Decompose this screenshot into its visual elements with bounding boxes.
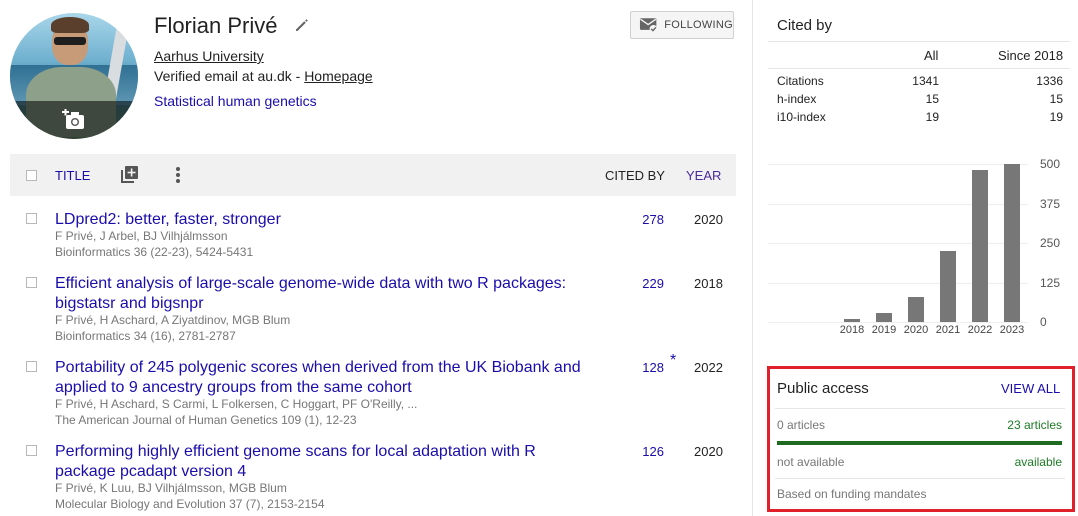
article-authors: F Privé, K Luu, BJ Vilhjálmsson, MGB Blu… <box>55 481 287 495</box>
stat-since: 19 <box>1049 110 1063 124</box>
add-photo-icon <box>62 109 84 129</box>
add-article-icon[interactable] <box>119 165 139 185</box>
sort-by-title[interactable]: TITLE <box>55 168 90 183</box>
chart-bar-2018[interactable] <box>844 319 860 322</box>
stat-since: 15 <box>1049 92 1063 106</box>
article-checkbox[interactable] <box>26 361 37 372</box>
stat-label[interactable]: h-index <box>777 92 816 106</box>
stat-label[interactable]: i10-index <box>777 110 826 124</box>
stats-header-all: All <box>924 48 939 63</box>
article-venue: Bioinformatics 36 (22-23), 5424-5431 <box>55 245 254 259</box>
homepage-link[interactable]: Homepage <box>304 68 373 84</box>
article-title-link[interactable]: LDpred2: better, faster, stronger <box>55 210 595 230</box>
photo-glasses <box>54 37 86 45</box>
chart-y-tick-label: 375 <box>1040 196 1061 211</box>
profile-photo[interactable] <box>10 13 138 139</box>
article-title-link[interactable]: Portability of 245 polygenic scores when… <box>55 358 595 398</box>
public-access-footer-separator <box>775 478 1065 479</box>
stat-row-citations: Citations 1341 1336 <box>777 74 1063 92</box>
chart-x-tick-label: 2020 <box>903 324 929 336</box>
funding-mandates-link[interactable]: Based on funding mandates <box>777 487 926 501</box>
photo-hair <box>51 17 89 33</box>
not-available-label: not available <box>777 455 845 469</box>
cited-by-count-link[interactable]: 278 <box>630 212 664 227</box>
cited-by-count-link[interactable]: 126 <box>630 444 664 459</box>
view-all-link[interactable]: VIEW ALL <box>1001 381 1060 396</box>
stats-header-since: Since 2018 <box>998 48 1064 63</box>
articles-table-header: TITLE CITED BY YEAR <box>10 154 736 196</box>
chart-y-tick-label: 250 <box>1040 236 1061 250</box>
article-venue: Bioinformatics 34 (16), 2781-2787 <box>55 329 236 343</box>
chart-x-tick-label: 2021 <box>935 324 961 336</box>
following-button[interactable]: FOLLOWING <box>630 11 734 39</box>
chart-gridline <box>768 282 1028 284</box>
chart-x-tick-label: 2023 <box>999 324 1025 336</box>
chart-gridline <box>768 164 1028 165</box>
not-available-count-link[interactable]: 0 articles <box>777 418 825 432</box>
chart-gridline <box>768 203 1028 205</box>
following-label: FOLLOWING <box>664 19 733 31</box>
available-label: available <box>1014 455 1062 469</box>
stat-all: 1341 <box>912 74 939 88</box>
chart-bar-2023[interactable] <box>1004 164 1020 322</box>
stats-header-separator <box>768 68 1070 69</box>
cited-by-count-link[interactable]: 128 <box>630 360 664 375</box>
email-text: Verified email at au.dk - <box>154 68 305 84</box>
merged-citations-star[interactable]: * <box>670 352 676 370</box>
article-year: 2022 <box>694 360 723 375</box>
chart-bar-2021[interactable] <box>940 250 956 322</box>
stat-row-h-index: h-index 15 15 <box>777 92 1063 110</box>
sidebar-divider <box>752 0 753 516</box>
cited-by-count-link[interactable]: 229 <box>630 276 664 291</box>
public-access-title: Public access <box>777 380 869 397</box>
profile-name: Florian Privé <box>154 13 278 38</box>
stat-row-i10-index: i10-index 19 19 <box>777 110 1063 128</box>
affiliation-link[interactable]: Aarhus University <box>154 48 264 64</box>
stat-since: 1336 <box>1036 74 1063 88</box>
stat-all: 19 <box>925 110 939 124</box>
public-access-progress-bar <box>777 441 1062 445</box>
article-authors: F Privé, J Arbel, BJ Vilhjálmsson <box>55 229 228 243</box>
chart-y-tick-label: 0 <box>1040 315 1047 329</box>
article-checkbox[interactable] <box>26 277 37 288</box>
article-checkbox[interactable] <box>26 213 37 224</box>
available-count-link[interactable]: 23 articles <box>1007 418 1062 432</box>
stat-all: 15 <box>925 92 939 106</box>
article-venue: The American Journal of Human Genetics 1… <box>55 413 357 427</box>
public-access-separator <box>775 408 1065 409</box>
research-interest-link[interactable]: Statistical human genetics <box>154 93 317 109</box>
chart-x-tick-label: 2018 <box>839 324 865 336</box>
change-photo-overlay[interactable] <box>10 101 138 139</box>
citations-per-year-chart: 500 375 250 125 0 2018 2019 2020 2021 2022 2023 <box>768 150 1070 340</box>
article-checkbox[interactable] <box>26 445 37 456</box>
chart-x-tick-label: 2019 <box>871 324 897 336</box>
chart-x-tick-label: 2022 <box>967 324 993 336</box>
article-year: 2020 <box>694 212 723 227</box>
article-authors: F Privé, H Aschard, S Carmi, L Folkersen… <box>55 397 418 411</box>
chart-bar-2019[interactable] <box>876 312 892 322</box>
sort-by-year[interactable]: YEAR <box>686 168 721 183</box>
edit-pencil-icon[interactable] <box>293 16 311 34</box>
chart-gridline <box>768 322 1028 323</box>
cited-by-title: Cited by <box>777 17 833 34</box>
chart-y-tick-label: 125 <box>1040 275 1061 290</box>
article-authors: F Privé, H Aschard, A Ziyatdinov, MGB Bl… <box>55 313 291 327</box>
article-title-link[interactable]: Performing highly efficient genome scans… <box>55 442 595 482</box>
cited-by-column-header[interactable]: CITED BY <box>605 168 665 183</box>
select-all-checkbox[interactable] <box>26 170 37 181</box>
article-year: 2020 <box>694 444 723 459</box>
stat-label[interactable]: Citations <box>777 74 824 88</box>
chart-bar-2020[interactable] <box>908 296 924 322</box>
cited-by-separator <box>768 41 1070 42</box>
article-venue: Molecular Biology and Evolution 37 (7), … <box>55 497 325 511</box>
chart-gridline <box>768 243 1028 244</box>
article-title-link[interactable]: Efficient analysis of large-scale genome… <box>55 274 595 314</box>
chart-y-tick-label: 500 <box>1040 157 1061 171</box>
article-year: 2018 <box>694 276 723 291</box>
chart-bar-2022[interactable] <box>972 170 988 322</box>
email-check-icon <box>639 18 658 33</box>
verified-email: Verified email at au.dk - Homepage <box>154 68 373 84</box>
more-options-icon[interactable] <box>174 165 182 185</box>
